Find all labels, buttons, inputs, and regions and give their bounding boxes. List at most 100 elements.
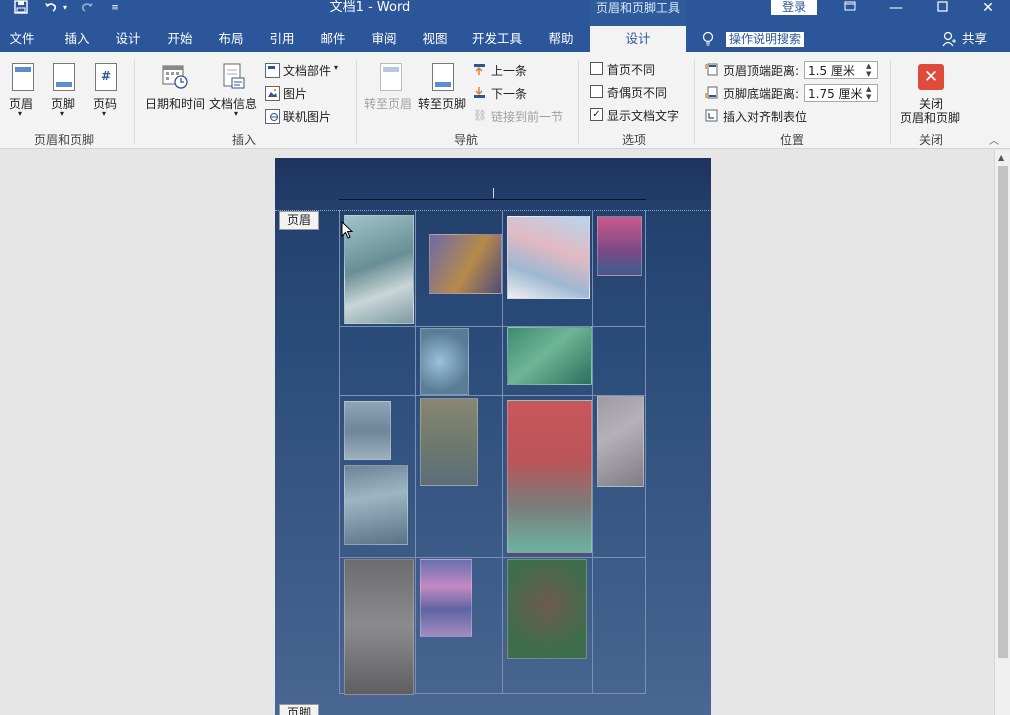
tab-mailings[interactable]: 邮件 xyxy=(310,26,356,52)
document-info-icon[interactable] xyxy=(222,63,246,91)
vertical-scrollbar[interactable]: ▲ xyxy=(994,150,1010,715)
header-icon[interactable] xyxy=(12,63,34,91)
page-number-dropdown-icon[interactable]: ▾ xyxy=(102,109,106,118)
tab-developer[interactable]: 开发工具 xyxy=(466,26,528,52)
header-dropdown-icon[interactable]: ▾ xyxy=(18,109,22,118)
ribbon: 页眉 ▾ 页脚 ▾ # 页码 ▾ 页眉和页脚 日期和时间 文档信息 ▾ 文档部件… xyxy=(0,52,1010,149)
different-odd-even-label: 奇偶页不同 xyxy=(607,86,668,100)
header-picture[interactable] xyxy=(507,559,587,659)
share-button[interactable]: 共享 xyxy=(962,26,987,52)
spin-arrows-icon[interactable]: ▲ ▼ xyxy=(866,85,876,101)
table-border xyxy=(645,210,646,694)
header-picture[interactable] xyxy=(597,216,642,276)
tab-file[interactable]: 文件 xyxy=(0,26,44,52)
group-divider xyxy=(890,60,891,144)
minimize-icon[interactable]: — xyxy=(888,0,904,16)
go-to-footer-button[interactable]: 转至页脚 xyxy=(418,95,466,112)
document-info-dropdown-icon[interactable]: ▾ xyxy=(234,109,238,118)
lightbulb-icon xyxy=(702,31,716,47)
tab-design[interactable]: 设计 xyxy=(105,26,151,52)
page-number-icon[interactable]: # xyxy=(95,63,117,91)
different-first-page-checkbox[interactable] xyxy=(590,62,603,75)
header-picture[interactable] xyxy=(344,401,391,460)
tab-header-footer-design[interactable]: 设计 xyxy=(590,26,686,52)
footer-icon[interactable] xyxy=(53,63,75,91)
picture-button[interactable]: 图片 xyxy=(283,85,307,102)
header-picture[interactable] xyxy=(420,559,472,637)
scroll-up-icon[interactable]: ▲ xyxy=(998,153,1004,162)
insert-alignment-tab-button[interactable]: 插入对齐制表位 xyxy=(723,108,807,125)
redo-icon xyxy=(78,0,96,16)
calendar-clock-icon[interactable] xyxy=(162,63,188,89)
group-divider xyxy=(134,60,135,144)
tab-view[interactable]: 视图 xyxy=(412,26,458,52)
close-header-footer-button[interactable]: 页眉和页脚 xyxy=(900,109,960,126)
date-time-button[interactable]: 日期和时间 xyxy=(145,95,205,112)
header-top-distance-value: 1.5 厘米 xyxy=(808,64,855,78)
tab-layout[interactable]: 布局 xyxy=(208,26,254,52)
footer-dropdown-icon[interactable]: ▾ xyxy=(60,109,64,118)
link-to-previous-icon: ⛓ xyxy=(473,109,487,122)
share-person-icon[interactable] xyxy=(942,31,958,47)
group-label-position: 位置 xyxy=(779,133,804,147)
mouse-pointer-icon xyxy=(341,220,354,242)
next-section-icon[interactable] xyxy=(473,86,486,99)
login-button[interactable]: 登录 xyxy=(771,0,817,15)
context-tool-label: 页眉和页脚工具 xyxy=(590,0,686,26)
undo-icon[interactable] xyxy=(42,0,60,16)
header-picture[interactable] xyxy=(344,215,414,324)
header-picture[interactable] xyxy=(507,400,592,553)
picture-icon[interactable] xyxy=(265,86,280,101)
group-label-insert: 插入 xyxy=(231,133,256,147)
online-picture-icon[interactable] xyxy=(265,109,280,124)
ribbon-tabs: 文件 插入 设计 开始 布局 引用 邮件 审阅 视图 开发工具 帮助 设计 操作… xyxy=(0,26,1010,52)
document-info-button[interactable]: 文档信息 xyxy=(209,95,257,112)
tell-me-search[interactable]: 操作说明搜索 xyxy=(726,32,805,47)
maximize-icon[interactable] xyxy=(934,0,950,16)
close-window-icon[interactable]: ✕ xyxy=(980,0,996,16)
tab-references[interactable]: 引用 xyxy=(259,26,305,52)
ribbon-display-icon[interactable] xyxy=(842,0,858,16)
document-parts-icon[interactable] xyxy=(265,63,280,78)
tab-help[interactable]: 帮助 xyxy=(538,26,584,52)
close-header-footer-icon[interactable]: ✕ xyxy=(918,64,944,90)
table-border xyxy=(339,557,645,558)
header-picture[interactable] xyxy=(420,328,469,395)
table-border xyxy=(592,210,593,694)
header-picture[interactable] xyxy=(507,327,592,385)
group-divider xyxy=(578,60,579,144)
footer-bottom-distance-value: 1.75 厘米 xyxy=(808,87,863,101)
footer-bottom-distance-label: 页脚底端距离: xyxy=(723,87,800,101)
link-to-previous-button: 链接到前一节 xyxy=(491,110,564,124)
tab-review[interactable]: 审阅 xyxy=(361,26,407,52)
tab-home[interactable]: 开始 xyxy=(157,26,203,52)
spin-arrows-icon[interactable]: ▲ ▼ xyxy=(866,62,876,78)
go-to-footer-icon[interactable] xyxy=(432,63,454,91)
document-parts-dropdown-icon[interactable]: ▾ xyxy=(334,63,338,72)
next-button[interactable]: 下一条 xyxy=(491,85,527,102)
undo-dropdown-icon[interactable]: ▾ xyxy=(60,0,70,16)
collapse-ribbon-icon[interactable]: ︿ xyxy=(989,132,999,147)
customize-icon[interactable]: ≡ xyxy=(108,0,122,16)
previous-button[interactable]: 上一条 xyxy=(491,62,527,79)
header-picture[interactable] xyxy=(597,396,644,487)
online-picture-button[interactable]: 联机图片 xyxy=(283,108,331,125)
title-bar: ▾ ≡ 文档1 - Word 页眉和页脚工具 登录 — ✕ xyxy=(0,0,1010,26)
header-top-distance-input[interactable]: 1.5 厘米 ▲ ▼ xyxy=(804,61,878,79)
show-document-text-checkbox[interactable]: ✓ xyxy=(590,108,603,121)
previous-section-icon[interactable] xyxy=(473,63,486,76)
document-parts-button[interactable]: 文档部件 xyxy=(283,62,331,79)
alignment-tab-icon[interactable] xyxy=(705,109,718,122)
footer-bottom-distance-input[interactable]: 1.75 厘米 ▲ ▼ xyxy=(804,84,878,102)
tab-insert[interactable]: 插入 xyxy=(54,26,100,52)
header-picture[interactable] xyxy=(420,398,478,486)
header-picture[interactable] xyxy=(344,465,408,545)
save-icon[interactable] xyxy=(12,0,30,16)
footer-tag: 页脚 xyxy=(279,704,319,715)
different-odd-even-checkbox[interactable] xyxy=(590,85,603,98)
header-picture[interactable] xyxy=(507,216,590,299)
document-page[interactable]: 页眉 页脚 xyxy=(275,158,711,715)
scrollbar-thumb[interactable] xyxy=(998,166,1008,658)
header-picture[interactable] xyxy=(429,234,502,294)
header-picture[interactable] xyxy=(344,559,414,695)
